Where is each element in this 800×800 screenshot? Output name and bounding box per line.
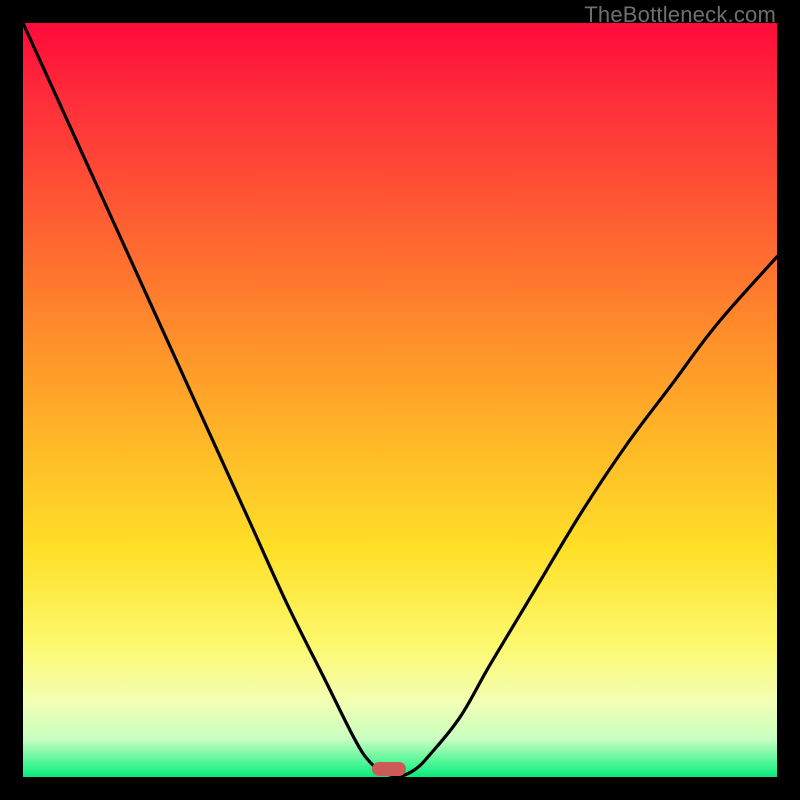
chart-frame: TheBottleneck.com: [0, 0, 800, 800]
plot-area: [23, 23, 777, 777]
optimum-marker: [372, 762, 406, 776]
watermark-text: TheBottleneck.com: [584, 2, 776, 28]
bottleneck-curve: [23, 23, 777, 777]
